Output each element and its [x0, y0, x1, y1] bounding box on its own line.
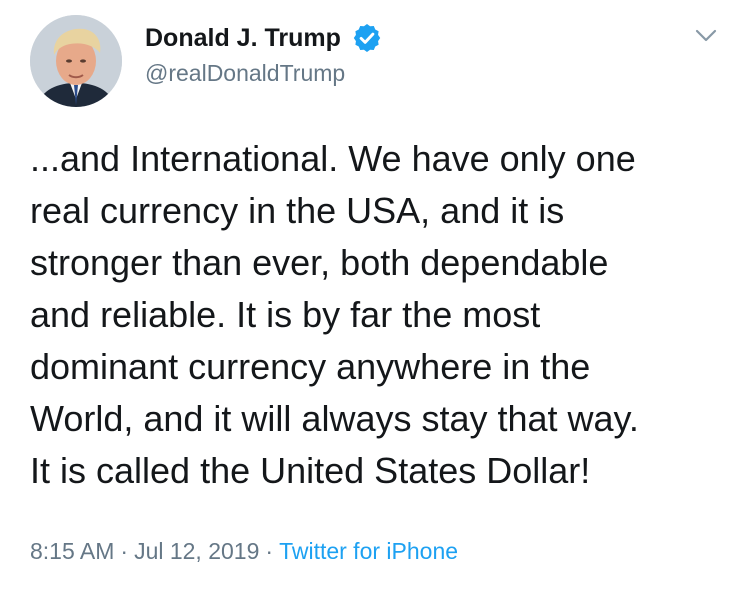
tweet-text-line: ...and International. We have only one [30, 138, 636, 179]
author-name-row: Donald J. Trump [145, 22, 383, 54]
tweet-text-line: real currency in the USA, and it is [30, 190, 565, 231]
tweet-text-line: It is called the United States Dollar! [30, 450, 591, 491]
tweet-text-line: World, and it will always stay that way. [30, 398, 639, 439]
tweet-card: Donald J. Trump @realDonaldTrump ...and … [0, 0, 750, 591]
tweet-source-link[interactable]: Twitter for iPhone [279, 538, 458, 564]
avatar-image [30, 15, 122, 107]
tweet-text: ...and International. We have only one r… [30, 133, 730, 497]
meta-separator: · [120, 538, 129, 564]
tweet-date[interactable]: Jul 12, 2019 [134, 538, 259, 564]
chevron-down-icon[interactable] [694, 26, 718, 46]
meta-separator: · [265, 538, 274, 564]
tweet-time[interactable]: 8:15 AM [30, 538, 114, 564]
avatar[interactable] [30, 15, 122, 107]
author-handle[interactable]: @realDonaldTrump [145, 60, 345, 87]
tweet-text-line: and reliable. It is by far the most [30, 294, 541, 335]
verified-badge-icon [351, 22, 383, 54]
tweet-text-line: dominant currency anywhere in the [30, 346, 591, 387]
tweet-meta: 8:15 AM · Jul 12, 2019 · Twitter for iPhone [30, 538, 458, 565]
display-name[interactable]: Donald J. Trump [145, 24, 341, 53]
tweet-text-line: stronger than ever, both dependable [30, 242, 609, 283]
